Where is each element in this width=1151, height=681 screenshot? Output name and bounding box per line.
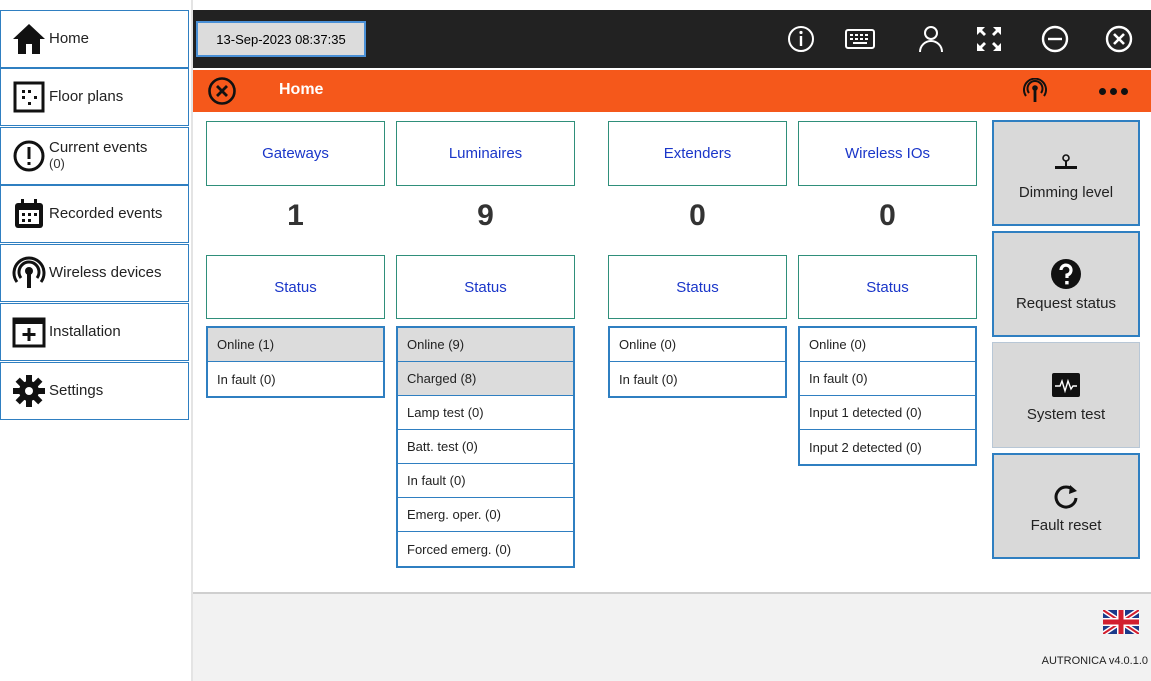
keyboard-icon[interactable] bbox=[845, 24, 875, 54]
home-icon bbox=[11, 21, 47, 57]
version-label: AUTRONICA v4.0.1.0 bbox=[1041, 655, 1148, 667]
page-header: Home bbox=[193, 70, 1151, 112]
sidebar-item-label: Floor plans bbox=[49, 88, 124, 105]
status-row[interactable]: Input 1 detected (0) bbox=[800, 396, 975, 430]
alert-icon bbox=[11, 138, 47, 174]
status-row[interactable]: In fault (0) bbox=[610, 362, 785, 396]
extenders-count: 0 bbox=[689, 199, 706, 232]
status-row[interactable]: In fault (0) bbox=[208, 362, 383, 396]
luminaires-button[interactable]: Luminaires bbox=[396, 121, 575, 186]
dimming-level-label: Dimming level bbox=[1018, 183, 1114, 201]
status-row[interactable]: Online (1) bbox=[208, 328, 383, 362]
luminaires-status-list: Online (9) Charged (8) Lamp test (0) Batt. … bbox=[396, 326, 575, 568]
floor-plan-icon bbox=[11, 79, 47, 115]
request-status-button[interactable]: Request status bbox=[992, 231, 1140, 337]
system-test-button[interactable]: System test bbox=[992, 342, 1140, 448]
status-row[interactable]: Online (9) bbox=[398, 328, 573, 362]
sidebar-item-home[interactable]: Home bbox=[0, 10, 189, 68]
status-row[interactable]: Input 2 detected (0) bbox=[800, 430, 975, 464]
uk-flag-icon[interactable] bbox=[1101, 607, 1141, 637]
calendar-icon bbox=[11, 196, 47, 232]
fault-reset-label: Fault reset bbox=[1030, 516, 1102, 534]
user-icon[interactable] bbox=[916, 24, 946, 54]
minimize-icon[interactable] bbox=[1040, 24, 1070, 54]
sidebar-item-recorded-events[interactable]: Recorded events bbox=[0, 185, 189, 243]
wireless-ios-status-list: Online (0) In fault (0) Input 1 detected (… bbox=[798, 326, 977, 466]
refresh-icon bbox=[1049, 479, 1083, 513]
sidebar-item-label: Home bbox=[49, 30, 90, 47]
sidebar-item-wireless-devices[interactable]: Wireless devices bbox=[0, 244, 189, 302]
system-test-label: System test bbox=[1026, 405, 1106, 423]
current-events-label: Current events bbox=[49, 139, 148, 156]
wireless-icon bbox=[11, 255, 47, 291]
system-test-icon bbox=[1049, 368, 1083, 402]
sidebar-item-label: Settings bbox=[49, 382, 104, 399]
status-row[interactable]: Online (0) bbox=[800, 328, 975, 362]
current-events-count: (0) bbox=[49, 156, 65, 171]
status-row[interactable]: In fault (0) bbox=[398, 464, 573, 498]
status-row[interactable]: Online (0) bbox=[610, 328, 785, 362]
gateways-status-list: Online (1) In fault (0) bbox=[206, 326, 385, 398]
status-row[interactable]: Emerg. oper. (0) bbox=[398, 498, 573, 532]
status-row[interactable]: Batt. test (0) bbox=[398, 430, 573, 464]
sidebar-item-label: Installation bbox=[49, 323, 121, 340]
more-options-icon[interactable] bbox=[1093, 78, 1133, 104]
sidebar-item-current-events[interactable]: Current events (0) bbox=[0, 127, 189, 185]
page-title: Home bbox=[279, 81, 324, 98]
extenders-status-list: Online (0) In fault (0) bbox=[608, 326, 787, 398]
fullscreen-icon[interactable] bbox=[974, 24, 1004, 54]
gear-icon bbox=[11, 373, 47, 409]
sidebar-item-installation[interactable]: Installation bbox=[0, 303, 189, 361]
status-footer bbox=[193, 594, 1151, 681]
top-bar: 13-Sep-2023 08:37:35 bbox=[193, 10, 1151, 68]
sidebar-item-label: Recorded events bbox=[49, 205, 163, 222]
extenders-status-button[interactable]: Status bbox=[608, 255, 787, 319]
wireless-ios-count: 0 bbox=[879, 199, 896, 232]
dimming-level-button[interactable]: Dimming level bbox=[992, 120, 1140, 226]
sidebar-item-label: Current events (0) bbox=[49, 140, 147, 172]
gateways-status-button[interactable]: Status bbox=[206, 255, 385, 319]
dimming-icon bbox=[1049, 146, 1083, 180]
fault-reset-button[interactable]: Fault reset bbox=[992, 453, 1140, 559]
question-icon bbox=[1049, 257, 1083, 291]
status-row[interactable]: Forced emerg. (0) bbox=[398, 532, 573, 566]
luminaires-count: 9 bbox=[477, 199, 494, 232]
status-row[interactable]: Lamp test (0) bbox=[398, 396, 573, 430]
datetime-display[interactable]: 13-Sep-2023 08:37:35 bbox=[196, 21, 366, 57]
sidebar-item-settings[interactable]: Settings bbox=[0, 362, 189, 420]
request-status-label: Request status bbox=[1015, 294, 1117, 312]
status-row[interactable]: Charged (8) bbox=[398, 362, 573, 396]
status-row[interactable]: In fault (0) bbox=[800, 362, 975, 396]
wireless-ios-status-button[interactable]: Status bbox=[798, 255, 977, 319]
sidebar-item-floor-plans[interactable]: Floor plans bbox=[0, 68, 189, 126]
gateways-count: 1 bbox=[287, 199, 304, 232]
info-icon[interactable] bbox=[786, 24, 816, 54]
extenders-button[interactable]: Extenders bbox=[608, 121, 787, 186]
wireless-ios-button[interactable]: Wireless IOs bbox=[798, 121, 977, 186]
signal-icon bbox=[1023, 77, 1047, 104]
sidebar-item-label: Wireless devices bbox=[49, 264, 162, 281]
luminaires-status-button[interactable]: Status bbox=[396, 255, 575, 319]
gateways-button[interactable]: Gateways bbox=[206, 121, 385, 186]
close-icon[interactable] bbox=[1104, 24, 1134, 54]
close-page-icon[interactable] bbox=[207, 76, 237, 106]
installation-icon bbox=[11, 314, 47, 350]
